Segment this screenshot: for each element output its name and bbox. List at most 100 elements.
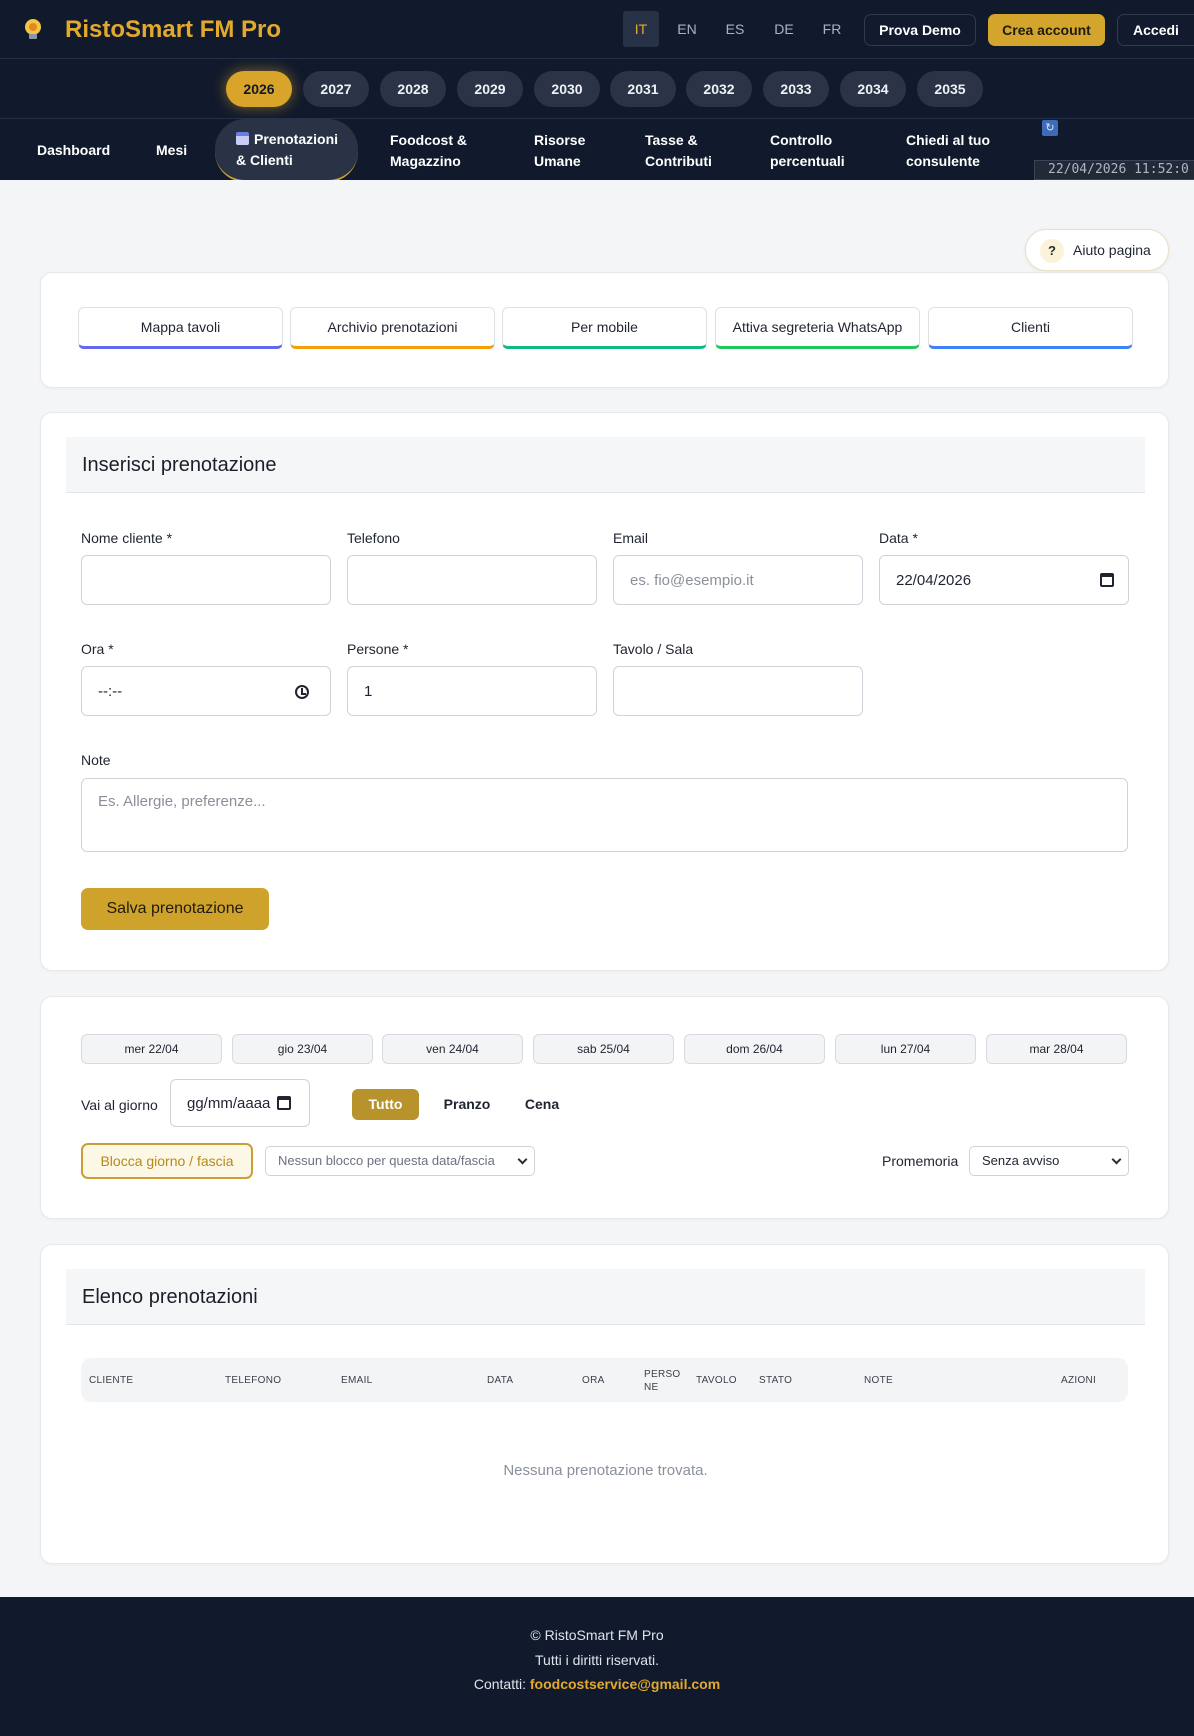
tab-segreteria-whatsapp[interactable]: Attiva segreteria WhatsApp (715, 307, 920, 349)
year-bar: 2026 2027 2028 2029 2030 2031 2032 2033 … (0, 59, 1194, 119)
nav-chiedi-consulente[interactable]: Chiedi al tuo consulente (906, 130, 990, 172)
year-2030[interactable]: 2030 (534, 71, 600, 107)
col-tavolo: TAVOLO (696, 1375, 737, 1386)
year-2035[interactable]: 2035 (917, 71, 983, 107)
calendar-icon[interactable] (1100, 573, 1114, 587)
name-input[interactable] (81, 555, 331, 605)
help-button[interactable]: ? Aiuto pagina (1025, 229, 1169, 271)
day-button[interactable]: mer 22/04 (81, 1034, 222, 1064)
nav-tasse-contributi[interactable]: Tasse & Contributi (645, 130, 712, 172)
filter-cena[interactable]: Cena (515, 1089, 569, 1120)
calendar-icon[interactable] (277, 1096, 291, 1110)
email-input[interactable] (613, 555, 863, 605)
tab-archivio-prenotazioni[interactable]: Archivio prenotazioni (290, 307, 495, 349)
footer-email-link[interactable]: foodcostservice@gmail.com (530, 1676, 720, 1692)
col-cliente: CLIENTE (89, 1375, 134, 1386)
list-header: Elenco prenotazioni (66, 1269, 1145, 1325)
calendar-icon (236, 132, 249, 145)
nav-mesi[interactable]: Mesi (156, 140, 187, 161)
block-day-button[interactable]: Blocca giorno / fascia (81, 1143, 253, 1179)
chevron-down-icon (517, 1154, 528, 1165)
lang-en[interactable]: EN (669, 11, 705, 47)
year-2028[interactable]: 2028 (380, 71, 446, 107)
footer-copyright: © RistoSmart FM Pro (530, 1627, 664, 1643)
time-input[interactable]: --:-- (81, 666, 331, 716)
reminder-label: Promemoria (882, 1153, 959, 1169)
reservations-list-card: Elenco prenotazioni CLIENTE TELEFONO EMA… (40, 1244, 1169, 1564)
lang-de[interactable]: DE (766, 11, 802, 47)
date-value: 22/04/2026 (896, 572, 972, 589)
year-2033[interactable]: 2033 (763, 71, 829, 107)
empty-state: Nessuna prenotazione trovata. (503, 1462, 708, 1479)
nav-dashboard[interactable]: Dashboard (37, 140, 110, 161)
year-2032[interactable]: 2032 (686, 71, 752, 107)
day-button[interactable]: mar 28/04 (986, 1034, 1127, 1064)
name-label: Nome cliente * (81, 530, 173, 546)
top-bar: RistoSmart FM Pro IT EN ES DE FR Prova D… (0, 0, 1194, 59)
create-account-button[interactable]: Crea account (988, 14, 1105, 46)
nav-controllo-percentuali[interactable]: Controllo percentuali (770, 130, 845, 172)
tab-mappa-tavoli[interactable]: Mappa tavoli (78, 307, 283, 349)
col-azioni: AZIONI (1061, 1375, 1097, 1386)
tab-clienti[interactable]: Clienti (928, 307, 1133, 349)
year-2031[interactable]: 2031 (610, 71, 676, 107)
block-select[interactable]: Nessun blocco per questa data/fascia (265, 1146, 535, 1176)
day-button[interactable]: dom 26/04 (684, 1034, 825, 1064)
year-2034[interactable]: 2034 (840, 71, 906, 107)
date-input[interactable]: 22/04/2026 (879, 555, 1129, 605)
people-label: Persone * (347, 641, 409, 657)
clock-display: 22/04/2026 11:52:0 (1034, 160, 1194, 180)
nav-foodcost-magazzino[interactable]: Foodcost & Magazzino (390, 130, 467, 172)
phone-input[interactable] (347, 555, 597, 605)
col-persone: PERSO NE (644, 1369, 681, 1393)
table-header: CLIENTE TELEFONO EMAIL DATA ORA PERSO NE… (81, 1358, 1128, 1402)
help-label: Aiuto pagina (1073, 242, 1151, 258)
reservation-form-card: Inserisci prenotazione Nome cliente * Te… (40, 412, 1169, 971)
day-button[interactable]: sab 25/04 (533, 1034, 674, 1064)
time-value: --:-- (98, 683, 123, 700)
lang-it[interactable]: IT (623, 11, 659, 47)
table-label: Tavolo / Sala (613, 641, 694, 657)
goto-day-label: Vai al giorno (81, 1097, 158, 1113)
tabs-card: Mappa tavoli Archivio prenotazioni Per m… (40, 272, 1169, 388)
date-label: Data * (879, 530, 918, 546)
nav-risorse-umane[interactable]: Risorse Umane (534, 130, 585, 172)
notes-label: Note (81, 752, 111, 768)
form-header: Inserisci prenotazione (66, 437, 1145, 493)
demo-button[interactable]: Prova Demo (864, 14, 976, 46)
col-email: EMAIL (341, 1375, 373, 1386)
day-button[interactable]: ven 24/04 (382, 1034, 523, 1064)
col-stato: STATO (759, 1375, 793, 1386)
year-2027[interactable]: 2027 (303, 71, 369, 107)
table-input[interactable] (613, 666, 863, 716)
save-reservation-button[interactable]: Salva prenotazione (81, 888, 269, 930)
filter-pranzo[interactable]: Pranzo (434, 1089, 500, 1120)
footer-rights: Tutti i diritti riservati. (535, 1652, 659, 1668)
day-button[interactable]: gio 23/04 (232, 1034, 373, 1064)
clock-icon[interactable] (295, 685, 309, 699)
tab-per-mobile[interactable]: Per mobile (502, 307, 707, 349)
lang-fr[interactable]: FR (814, 11, 850, 47)
col-note: NOTE (864, 1375, 893, 1386)
nav-prenotazioni-clienti[interactable]: Prenotazioni & Clienti (215, 119, 359, 180)
list-title: Elenco prenotazioni (82, 1286, 258, 1308)
footer: © RistoSmart FM Pro Tutti i diritti rise… (0, 1597, 1194, 1736)
reminder-select[interactable]: Senza avviso (969, 1146, 1129, 1176)
login-button[interactable]: Accedi (1117, 14, 1194, 46)
refresh-icon[interactable]: ↻ (1042, 120, 1058, 136)
year-2029[interactable]: 2029 (457, 71, 523, 107)
filter-tutto[interactable]: Tutto (352, 1089, 419, 1120)
brand-name: RistoSmart FM Pro (65, 16, 282, 43)
people-value: 1 (364, 683, 373, 700)
notes-textarea[interactable]: Es. Allergie, preferenze... (81, 778, 1128, 852)
reminder-select-value: Senza avviso (982, 1153, 1060, 1168)
year-2026[interactable]: 2026 (226, 71, 292, 107)
calendar-card: mer 22/04 gio 23/04 ven 24/04 sab 25/04 … (40, 996, 1169, 1219)
lang-es[interactable]: ES (717, 11, 753, 47)
goto-day-input[interactable]: gg/mm/aaaa (170, 1079, 310, 1127)
day-button[interactable]: lun 27/04 (835, 1034, 976, 1064)
phone-label: Telefono (347, 530, 400, 546)
people-input[interactable]: 1 (347, 666, 597, 716)
col-telefono: TELEFONO (225, 1375, 282, 1386)
main-nav: Dashboard Mesi Prenotazioni & Clienti Foo… (0, 119, 1194, 180)
